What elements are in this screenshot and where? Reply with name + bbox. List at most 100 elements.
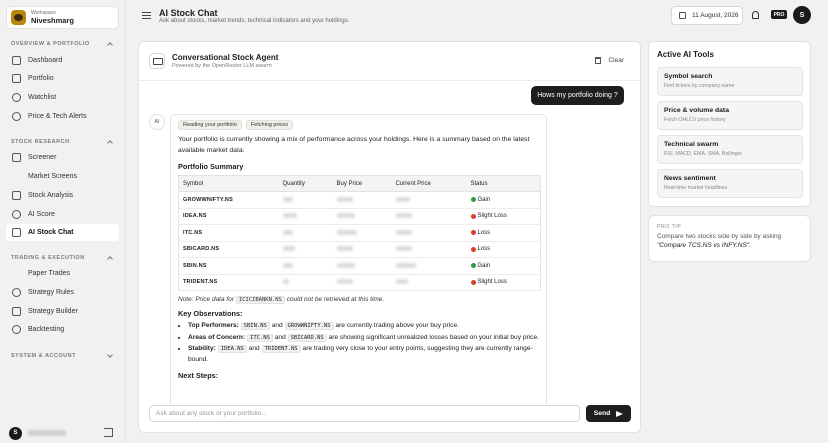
section-title: SYSTEM & ACCOUNT xyxy=(11,353,76,359)
top-header: AI Stock Chat Ask about stocks, market t… xyxy=(126,0,828,34)
chevron-up-icon xyxy=(106,40,114,48)
ticker-code: SBICARD.NS xyxy=(287,333,327,342)
quantity-cell xyxy=(278,224,333,242)
sidebar-item-portfolio[interactable]: Portfolio xyxy=(6,70,119,87)
send-button[interactable]: Send xyxy=(586,405,631,422)
quantity-cell xyxy=(278,208,333,226)
user-name-redacted xyxy=(28,430,66,436)
sidebar-item-price-tech-alerts[interactable]: Price & Tech Alerts xyxy=(6,108,119,125)
status-label: Loss xyxy=(477,229,491,236)
redacted-value xyxy=(395,246,412,252)
quantity-cell xyxy=(278,191,333,209)
chat-icon xyxy=(12,228,21,237)
observation-connector: and xyxy=(248,345,260,353)
table-header-row: Symbol Quantity Buy Price Current Price … xyxy=(178,175,541,193)
pro-badge: PRO xyxy=(771,10,787,19)
sidebar-item-ai-score[interactable]: AI Score xyxy=(6,206,119,223)
redacted-value xyxy=(395,279,408,285)
sidebar-item-market-screens[interactable]: Market Screens xyxy=(6,168,119,185)
section-overview-portfolio[interactable]: OVERVIEW & PORTFOLIO xyxy=(11,40,114,48)
tool-desc: Find tickers by company name xyxy=(664,83,735,89)
sidebar-item-strategy-builder[interactable]: Strategy Builder xyxy=(6,303,119,320)
column-header: Status xyxy=(466,175,541,193)
section-title: STOCK RESEARCH xyxy=(11,139,70,145)
status-dot-icon xyxy=(470,246,476,252)
status-cell: Loss xyxy=(466,224,541,242)
observation-label: Top Performers: xyxy=(188,322,239,330)
bell-icon xyxy=(12,112,21,121)
redacted-value xyxy=(395,196,410,202)
clear-label: Clear xyxy=(608,57,624,64)
notification-bell-icon[interactable] xyxy=(752,11,759,19)
logout-icon[interactable] xyxy=(104,428,113,437)
date-picker-button[interactable]: 11 August, 2026 xyxy=(671,6,743,25)
tool-name: Technical swarm xyxy=(664,141,719,148)
tool-chips: Reading your portfolio Fetching prices xyxy=(178,120,539,130)
sidebar-item-stock-analysis[interactable]: Stock Analysis xyxy=(6,187,119,204)
menu-icon[interactable] xyxy=(142,12,151,19)
clear-button[interactable]: Clear xyxy=(595,57,624,64)
sidebar-item-backtesting[interactable]: Backtesting xyxy=(6,321,119,338)
observation-connector: and xyxy=(274,333,286,341)
table-row: ITC.NS Loss xyxy=(178,224,541,242)
symbol-cell: SBICARD.NS xyxy=(178,241,279,259)
redacted-value xyxy=(282,246,295,252)
user-bar[interactable]: S xyxy=(6,423,119,443)
chat-input[interactable] xyxy=(156,406,579,421)
observations-heading: Key Observations: xyxy=(178,309,243,319)
chat-input-container xyxy=(149,405,580,422)
sidebar-item-paper-trades[interactable]: Paper Trades xyxy=(6,265,119,282)
redacted-value xyxy=(336,229,357,235)
ai-avatar: AI xyxy=(149,114,165,130)
workspace-name: Niveshmarg xyxy=(31,15,74,25)
symbol-cell: SBIN.NS xyxy=(178,257,279,275)
section-trading-execution[interactable]: TRADING & EXECUTION xyxy=(11,254,114,262)
table-row: SBICARD.NS Loss xyxy=(178,241,541,259)
sidebar-item-strategy-rules[interactable]: Strategy Rules xyxy=(6,284,119,301)
workspace-switcher[interactable]: Workspace Niveshmarg xyxy=(6,6,119,29)
status-label: Gain xyxy=(477,196,491,203)
current-price-cell xyxy=(391,257,467,275)
symbol-cell: ITC.NS xyxy=(178,224,279,242)
user-message: Hows my portfolio doing ? xyxy=(531,86,624,105)
pro-tip-body: Compare two stocks side by side by askin… xyxy=(657,233,782,240)
tool-technical-swarm[interactable]: Technical swarm RSI, MACD, EMA, SMA, Bol… xyxy=(657,135,803,164)
ai-response: Reading your portfolio Fetching prices Y… xyxy=(170,114,547,414)
pro-tip-panel: PRO TIP Compare two stocks side by side … xyxy=(648,215,811,262)
chevron-up-icon xyxy=(106,138,114,146)
tool-name: Symbol search xyxy=(664,73,713,80)
workspace-label: Workspace xyxy=(31,9,56,16)
sidebar-item-screener[interactable]: Screener xyxy=(6,149,119,166)
redacted-value xyxy=(282,279,289,285)
chart-icon xyxy=(12,191,21,200)
section-system-account[interactable]: SYSTEM & ACCOUNT xyxy=(11,352,114,360)
buy-price-cell xyxy=(332,274,392,292)
quantity-cell xyxy=(278,274,333,292)
observation-label: Areas of Concern: xyxy=(188,333,246,341)
current-price-cell xyxy=(391,208,467,226)
briefcase-icon xyxy=(12,74,21,83)
quantity-cell xyxy=(278,241,333,259)
note-prefix: Note: Price data for xyxy=(178,296,234,304)
avatar[interactable]: S xyxy=(793,6,811,24)
sidebar-item-ai-stock-chat[interactable]: AI Stock Chat xyxy=(6,224,119,241)
redacted-value xyxy=(336,246,353,252)
tool-news-sentiment[interactable]: News sentiment Real-time market headline… xyxy=(657,169,803,198)
tool-price-volume[interactable]: Price & volume data Fetch OHLCV price hi… xyxy=(657,101,803,130)
redacted-value xyxy=(336,279,353,285)
sidebar-item-label: Market Screens xyxy=(28,173,78,180)
sidebar-item-dashboard[interactable]: Dashboard xyxy=(6,52,119,69)
tool-symbol-search[interactable]: Symbol search Find tickers by company na… xyxy=(657,67,803,96)
ai-intro-text: Your portfolio is currently showing a mi… xyxy=(178,136,530,154)
buy-price-cell xyxy=(332,208,392,226)
quantity-cell xyxy=(278,257,333,275)
status-dot-icon xyxy=(470,197,476,203)
send-label: Send xyxy=(593,410,611,417)
status-dot-icon xyxy=(470,279,476,285)
sidebar-item-watchlist[interactable]: Watchlist xyxy=(6,89,119,106)
section-stock-research[interactable]: STOCK RESEARCH xyxy=(11,138,114,146)
redacted-value xyxy=(282,229,293,235)
current-price-cell xyxy=(391,191,467,209)
avatar[interactable]: S xyxy=(9,426,22,440)
observation-label: Stability: xyxy=(188,345,216,353)
